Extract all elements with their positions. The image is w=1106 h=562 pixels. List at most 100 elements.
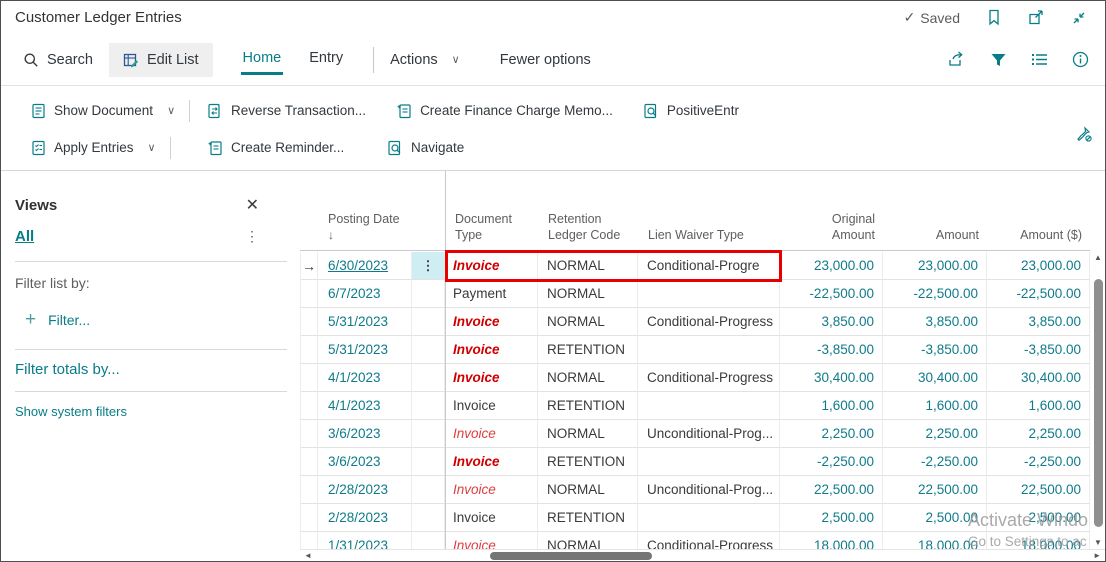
amount-cell[interactable]: -2,250.00 [883, 448, 987, 476]
share-icon[interactable] [948, 51, 966, 68]
view-all-link[interactable]: All [15, 228, 34, 245]
scroll-down-icon[interactable]: ▼ [1092, 538, 1104, 547]
amount-cell[interactable]: 3,850.00 [883, 308, 987, 336]
lien-waiver-type-cell[interactable] [638, 280, 780, 308]
original-amount-cell[interactable]: 22,500.00 [780, 476, 883, 504]
lien-waiver-type-cell[interactable]: Conditional-Progress [638, 308, 780, 336]
tab-entry[interactable]: Entry [307, 44, 345, 75]
retention-ledger-code-cell[interactable]: NORMAL [538, 532, 638, 549]
view-more-options-icon[interactable]: ⋮ [245, 228, 259, 245]
original-amount-cell[interactable]: 18,000.00 [780, 532, 883, 549]
create-reminder-button[interactable]: Create Reminder... [207, 140, 357, 156]
original-amount-cell[interactable]: 23,000.00 [780, 252, 883, 280]
amount-cell[interactable]: 2,250.00 [883, 420, 987, 448]
document-type-cell[interactable]: Invoice [445, 336, 538, 364]
chevron-down-icon[interactable]: ∨ [167, 104, 175, 117]
edit-list-button[interactable]: Edit List [109, 43, 213, 77]
lien-waiver-type-cell[interactable]: Unconditional-Prog... [638, 420, 780, 448]
vertical-scrollbar[interactable]: ▲ ▼ [1092, 253, 1104, 549]
row-selector-cell[interactable] [300, 504, 318, 532]
posting-date-cell[interactable]: 4/1/2023 [318, 364, 412, 392]
column-header-amount-usd[interactable]: Amount ($) [987, 227, 1090, 250]
row-more-options-cell[interactable] [412, 308, 445, 336]
row-selector-cell[interactable] [300, 308, 318, 336]
amount-usd-cell[interactable]: 23,000.00 [987, 252, 1090, 280]
amount-usd-cell[interactable]: 1,600.00 [987, 392, 1090, 420]
row-selector-cell[interactable]: → [300, 252, 318, 280]
info-icon[interactable] [1072, 51, 1089, 68]
create-finance-charge-memo-button[interactable]: Create Finance Charge Memo... [396, 103, 613, 119]
lien-waiver-type-cell[interactable] [638, 448, 780, 476]
filter-totals-link[interactable]: Filter totals by... [15, 361, 300, 378]
actions-menu-button[interactable]: Actions ∨ [390, 52, 460, 68]
document-type-cell[interactable]: Invoice [445, 252, 538, 280]
row-more-options-cell[interactable] [412, 420, 445, 448]
amount-cell[interactable]: -22,500.00 [883, 280, 987, 308]
posting-date-cell[interactable]: 3/6/2023 [318, 420, 412, 448]
vertical-scrollbar-thumb[interactable] [1094, 279, 1103, 527]
row-more-options-cell[interactable] [412, 280, 445, 308]
retention-ledger-code-cell[interactable]: RETENTION [538, 448, 638, 476]
amount-cell[interactable]: 30,400.00 [883, 364, 987, 392]
column-header-amount[interactable]: Amount [883, 227, 987, 250]
table-row[interactable]: 1/31/2023 Invoice NORMAL Conditional-Pro… [300, 532, 1090, 549]
row-selector-cell[interactable] [300, 392, 318, 420]
document-type-cell[interactable]: Payment [445, 280, 538, 308]
horizontal-scrollbar-thumb[interactable] [490, 552, 652, 560]
retention-ledger-code-cell[interactable]: NORMAL [538, 280, 638, 308]
positive-entr-button[interactable]: PositiveEntr [643, 103, 739, 119]
amount-usd-cell[interactable]: -2,250.00 [987, 448, 1090, 476]
show-system-filters-link[interactable]: Show system filters [15, 404, 300, 419]
retention-ledger-code-cell[interactable]: NORMAL [538, 420, 638, 448]
table-row[interactable]: 5/31/2023 Invoice NORMAL Conditional-Pro… [300, 308, 1090, 336]
row-more-options-cell[interactable]: ⋮ [412, 252, 445, 280]
document-type-cell[interactable]: Invoice [445, 420, 538, 448]
amount-usd-cell[interactable]: -3,850.00 [987, 336, 1090, 364]
table-row[interactable]: 3/6/2023 Invoice RETENTION -2,250.00 -2,… [300, 448, 1090, 476]
row-selector-cell[interactable] [300, 364, 318, 392]
amount-cell[interactable]: 22,500.00 [883, 476, 987, 504]
horizontal-scrollbar[interactable]: ◄ ► [300, 549, 1105, 561]
column-header-document-type[interactable]: Document Type [445, 211, 538, 250]
lien-waiver-type-cell[interactable] [638, 336, 780, 364]
retention-ledger-code-cell[interactable]: RETENTION [538, 392, 638, 420]
original-amount-cell[interactable]: -22,500.00 [780, 280, 883, 308]
row-more-options-cell[interactable] [412, 504, 445, 532]
amount-cell[interactable]: -3,850.00 [883, 336, 987, 364]
lien-waiver-type-cell[interactable]: Conditional-Progre [638, 252, 780, 280]
document-type-cell[interactable]: Invoice [445, 448, 538, 476]
table-row[interactable]: 4/1/2023 Invoice RETENTION 1,600.00 1,60… [300, 392, 1090, 420]
search-button[interactable]: Search [23, 52, 93, 68]
lien-waiver-type-cell[interactable]: Conditional-Progress [638, 532, 780, 549]
table-row[interactable]: 2/28/2023 Invoice RETENTION 2,500.00 2,5… [300, 504, 1090, 532]
original-amount-cell[interactable]: 2,250.00 [780, 420, 883, 448]
row-selector-cell[interactable] [300, 476, 318, 504]
amount-usd-cell[interactable]: 2,500.00 [987, 504, 1090, 532]
scroll-right-icon[interactable]: ► [1093, 551, 1101, 560]
document-type-cell[interactable]: Invoice [445, 308, 538, 336]
navigate-button[interactable]: Navigate [387, 140, 464, 156]
open-in-new-window-icon[interactable] [1028, 9, 1045, 26]
retention-ledger-code-cell[interactable]: NORMAL [538, 308, 638, 336]
posting-date-cell[interactable]: 6/30/2023 [318, 252, 412, 280]
posting-date-cell[interactable]: 6/7/2023 [318, 280, 412, 308]
amount-usd-cell[interactable]: 22,500.00 [987, 476, 1090, 504]
document-type-cell[interactable]: Invoice [445, 392, 538, 420]
table-row[interactable]: → 6/30/2023 ⋮ Invoice NORMAL Conditional… [300, 252, 1090, 280]
close-icon[interactable]: ✕ [246, 195, 259, 215]
scroll-left-icon[interactable]: ◄ [304, 551, 312, 560]
posting-date-cell[interactable]: 1/31/2023 [318, 532, 412, 549]
document-type-cell[interactable]: Invoice [445, 504, 538, 532]
document-type-cell[interactable]: Invoice [445, 476, 538, 504]
row-more-options-cell[interactable] [412, 336, 445, 364]
table-row[interactable]: 3/6/2023 Invoice NORMAL Unconditional-Pr… [300, 420, 1090, 448]
chevron-down-icon[interactable]: ∨ [148, 141, 156, 154]
posting-date-cell[interactable]: 2/28/2023 [318, 504, 412, 532]
original-amount-cell[interactable]: -3,850.00 [780, 336, 883, 364]
column-header-posting-date[interactable]: Posting Date ↓ [318, 211, 412, 250]
row-more-options-cell[interactable] [412, 476, 445, 504]
posting-date-cell[interactable]: 3/6/2023 [318, 448, 412, 476]
table-row[interactable]: 6/7/2023 Payment NORMAL -22,500.00 -22,5… [300, 280, 1090, 308]
row-more-options-cell[interactable] [412, 532, 445, 549]
amount-usd-cell[interactable]: 30,400.00 [987, 364, 1090, 392]
